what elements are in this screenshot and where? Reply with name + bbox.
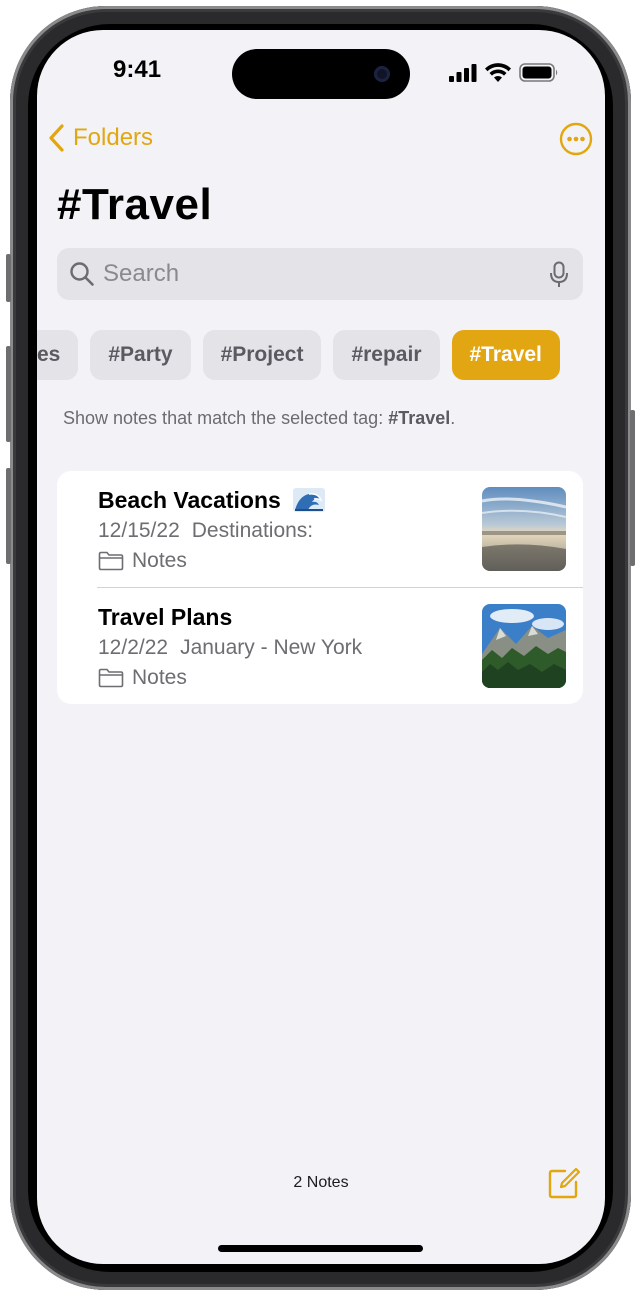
note-row-travel-plans[interactable]: Travel Plans 12/2/22 January - New York N… (57, 588, 583, 704)
power-button (630, 410, 635, 566)
tag-chip-partial[interactable]: es (37, 330, 79, 380)
cellular-signal-icon (449, 63, 477, 82)
back-button-label: Folders (73, 124, 154, 151)
tag-browser: es #Party #Project #repair #Travel (37, 330, 560, 380)
wave-icon (293, 488, 326, 512)
more-options-icon[interactable] (559, 122, 593, 156)
note-subtitle: 12/15/22 Destinations: (98, 519, 313, 543)
tag-chip-project[interactable]: #Project (202, 330, 322, 380)
status-icons (449, 63, 559, 82)
note-row-beach-vacations[interactable]: Beach Vacations 12/15/22 Destinations: No… (57, 471, 583, 588)
tag-chip-travel-selected[interactable]: #Travel (451, 330, 560, 380)
notes-count: 2 Notes (293, 1174, 349, 1191)
home-indicator[interactable] (218, 1245, 423, 1252)
volume-down-button (6, 468, 11, 564)
wifi-icon (485, 63, 511, 82)
note-preview: January - New York (180, 636, 363, 659)
folder-icon (98, 668, 124, 688)
microphone-icon[interactable] (549, 261, 569, 289)
note-folder-label: Notes (132, 549, 187, 572)
note-title-text: Beach Vacations (98, 487, 281, 513)
back-to-folders-button[interactable]: Folders (47, 120, 153, 156)
beach-photo-thumbnail (482, 487, 566, 571)
page-title: #Travel (57, 180, 213, 229)
dynamic-island (232, 49, 410, 99)
camera-icon (374, 66, 390, 82)
folder-icon (98, 551, 124, 571)
note-date: 12/15/22 (98, 519, 180, 542)
tag-chip-party[interactable]: #Party (90, 330, 191, 380)
note-folder-label: Notes (132, 666, 187, 689)
compose-note-icon[interactable] (547, 1166, 581, 1200)
note-folder: Notes (98, 549, 187, 573)
note-title: Beach Vacations (98, 487, 326, 514)
tag-chip-repair[interactable]: #repair (333, 330, 440, 380)
note-preview: Destinations: (191, 519, 314, 542)
status-time: 9:41 (113, 56, 162, 83)
search-icon (70, 262, 94, 286)
mountain-forest-photo-thumbnail (482, 604, 566, 688)
action-button (6, 254, 11, 302)
search-input[interactable] (103, 260, 533, 288)
search-bar[interactable] (57, 248, 583, 300)
chevron-left-icon (49, 124, 64, 152)
volume-up-button (6, 346, 11, 442)
note-folder: Notes (98, 666, 187, 690)
notes-screen: 9:41 Folders #Travel Search es #Party #P… (37, 30, 605, 1264)
hint-period: . (450, 408, 456, 428)
hint-text: Show notes that match the selected tag: (63, 408, 389, 428)
note-subtitle: 12/2/22 January - New York (98, 636, 362, 660)
note-title: Travel Plans (98, 604, 233, 630)
note-date: 12/2/22 (98, 636, 169, 659)
battery-icon (519, 63, 558, 82)
tag-filter-hint: Show notes that match the selected tag: … (63, 408, 455, 429)
notes-list: Beach Vacations 12/15/22 Destinations: No… (57, 471, 583, 704)
hint-tag: #Travel (388, 408, 451, 428)
